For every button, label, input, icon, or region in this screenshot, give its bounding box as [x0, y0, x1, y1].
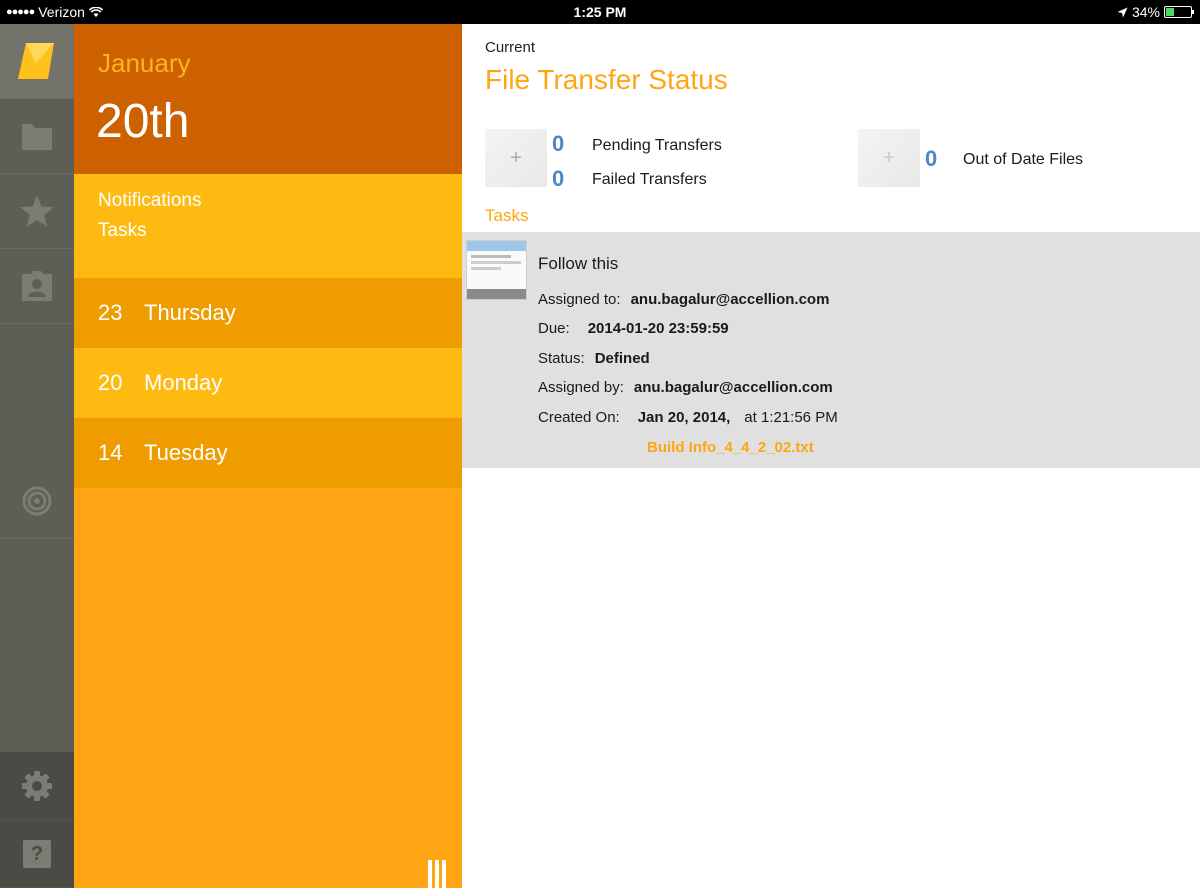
filter-list: Notifications Tasks — [74, 174, 462, 278]
plus-icon: + — [510, 146, 522, 169]
help-icon: ? — [23, 839, 51, 868]
tasks-heading: Tasks — [485, 206, 529, 225]
day-row-23[interactable]: 23 Thursday — [74, 278, 462, 348]
assigned-by-value: anu.bagalur@accellion.com — [633, 379, 833, 396]
status-value: Defined — [594, 350, 650, 367]
status-line: Status: Defined — [538, 350, 650, 367]
created-label: Created On: — [538, 409, 620, 426]
day-number: 20 — [98, 370, 123, 395]
day-row-20[interactable]: 20 Monday — [74, 348, 462, 418]
status-right: 34% — [1117, 4, 1194, 20]
pending-count: 0 — [552, 131, 565, 156]
pending-label: Pending Transfers — [592, 137, 722, 154]
assigned-by-label: Assigned by: — [538, 379, 624, 396]
task-title: Follow this — [538, 254, 619, 273]
sidebar-bottom: ? — [0, 752, 74, 888]
help-button[interactable]: ? — [0, 820, 74, 888]
failed-label: Failed Transfers — [592, 171, 707, 188]
battery-icon — [1164, 6, 1194, 18]
status-bar: ●●●●● Verizon 1:25 PM 34% — [0, 0, 1200, 24]
current-label: Current — [485, 39, 536, 56]
contacts-icon — [21, 270, 53, 302]
clock: 1:25 PM — [573, 4, 627, 20]
out-of-date-count: 0 — [925, 146, 938, 171]
assigned-by-line: Assigned by: anu.bagalur@accellion.com — [538, 379, 833, 396]
due-label: Due: — [538, 320, 570, 337]
contacts-nav-button[interactable] — [0, 249, 74, 324]
day-label: Monday — [144, 370, 223, 395]
current-month: January — [98, 48, 191, 78]
out-of-date-label: Out of Date Files — [963, 151, 1084, 168]
location-icon — [1117, 7, 1128, 18]
day-number: 23 — [98, 300, 123, 325]
carrier-name: Verizon — [38, 4, 85, 20]
assigned-to-label: Assigned to: — [538, 291, 621, 308]
panel-resize-handle[interactable] — [428, 860, 448, 888]
plus-icon: + — [883, 146, 895, 169]
activity-nav-button[interactable] — [0, 464, 74, 539]
pending-thumbnail[interactable]: + — [485, 129, 547, 187]
task-thumbnail[interactable] — [466, 240, 527, 300]
day-label: Thursday — [144, 300, 236, 325]
day-number: 14 — [98, 440, 123, 465]
favorites-nav-button[interactable] — [0, 174, 74, 249]
calendar-panel: January 20th Notifications Tasks 23 Thur… — [74, 24, 462, 888]
task-card[interactable]: Follow this Assigned to: anu.bagalur@acce… — [462, 232, 1200, 468]
out-of-date-thumbnail[interactable]: + — [858, 129, 920, 187]
failed-count: 0 — [552, 166, 565, 191]
created-line: Created On: Jan 20, 2014, at 1:21:56 PM — [538, 409, 838, 426]
settings-button[interactable] — [0, 752, 74, 820]
battery-fill — [1166, 8, 1174, 16]
created-date: Jan 20, 2014, — [637, 409, 731, 426]
star-icon — [19, 194, 55, 228]
created-time: at 1:21:56 PM — [744, 409, 838, 426]
assigned-to-line: Assigned to: anu.bagalur@accellion.com — [538, 291, 829, 308]
notifications-link[interactable]: Notifications — [98, 190, 202, 212]
status-label: Status: — [538, 350, 585, 367]
app-logo-button[interactable] — [0, 24, 74, 99]
page-title: File Transfer Status — [485, 64, 728, 95]
due-line: Due: 2014-01-20 23:59:59 — [538, 320, 729, 337]
day-label: Tuesday — [144, 440, 228, 465]
tasks-link[interactable]: Tasks — [98, 220, 147, 242]
app-logo-icon — [16, 41, 58, 81]
gear-icon — [21, 770, 53, 802]
date-header: January 20th — [74, 24, 462, 174]
current-day: 20th — [96, 95, 190, 148]
target-icon — [21, 485, 53, 517]
status-left: ●●●●● Verizon — [6, 4, 103, 20]
battery-percent: 34% — [1131, 4, 1160, 20]
signal-icon: ●●●●● — [6, 6, 35, 18]
assigned-to-value: anu.bagalur@accellion.com — [630, 291, 830, 308]
due-value: 2014-01-20 23:59:59 — [587, 320, 729, 337]
main-content: Current File Transfer Status + 0 Pending… — [462, 24, 1200, 888]
day-row-14[interactable]: 14 Tuesday — [74, 418, 462, 488]
files-nav-button[interactable] — [0, 99, 74, 174]
icon-sidebar: ? — [0, 24, 74, 888]
folder-icon — [21, 121, 53, 151]
wifi-icon — [88, 6, 103, 18]
attachment-link[interactable]: Build Info_4_4_2_02.txt — [647, 439, 814, 456]
